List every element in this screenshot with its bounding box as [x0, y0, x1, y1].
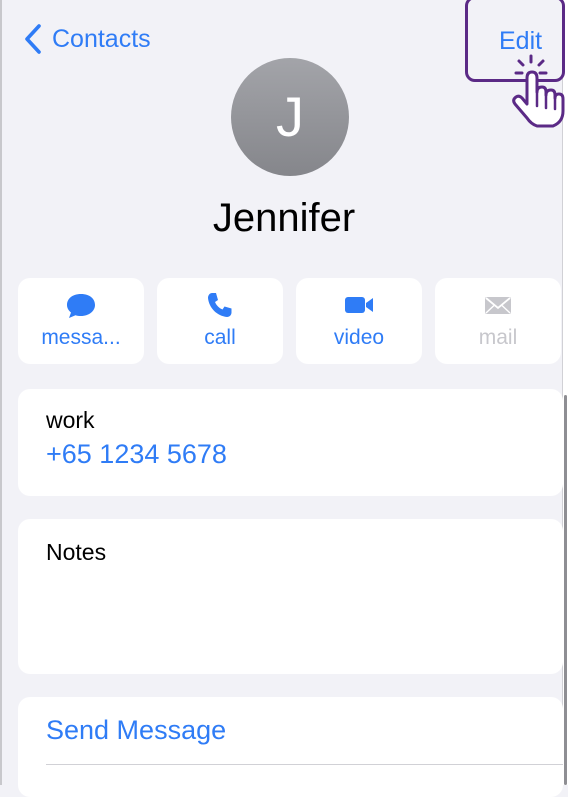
contact-name: Jennifer: [212, 196, 356, 240]
window-left-edge: [0, 0, 2, 785]
scroll-indicator[interactable]: [564, 395, 567, 785]
avatar-initial: J: [276, 85, 304, 148]
chevron-left-icon: [25, 24, 41, 54]
message-icon: [67, 294, 95, 318]
send-message-button[interactable]: Send Message: [46, 715, 226, 746]
row-divider: [46, 764, 563, 765]
message-button-label: messa...: [41, 326, 121, 349]
notes-label: Notes: [46, 539, 107, 565]
phone-icon: [208, 293, 232, 317]
video-button[interactable]: video: [296, 278, 422, 364]
video-button-label: video: [333, 326, 385, 349]
notes-card[interactable]: Notes: [18, 519, 563, 674]
back-button[interactable]: Contacts: [22, 22, 151, 56]
phone-label: work: [46, 407, 95, 433]
mail-button[interactable]: mail: [435, 278, 561, 364]
call-button-label: call: [204, 326, 236, 349]
phone-number-link[interactable]: +65 1234 5678: [46, 439, 227, 470]
phone-card: work +65 1234 5678: [18, 389, 563, 496]
mail-button-label: mail: [478, 326, 518, 349]
mail-icon: [485, 297, 511, 314]
video-icon: [345, 297, 373, 313]
call-button[interactable]: call: [157, 278, 283, 364]
contact-avatar[interactable]: J: [231, 58, 349, 176]
contact-actions-card: Send Message: [18, 697, 563, 797]
quick-actions: messa... call video mail: [18, 278, 561, 364]
back-button-label: Contacts: [52, 25, 151, 53]
message-button[interactable]: messa...: [18, 278, 144, 364]
tap-hand-pointer-icon: [512, 54, 565, 128]
